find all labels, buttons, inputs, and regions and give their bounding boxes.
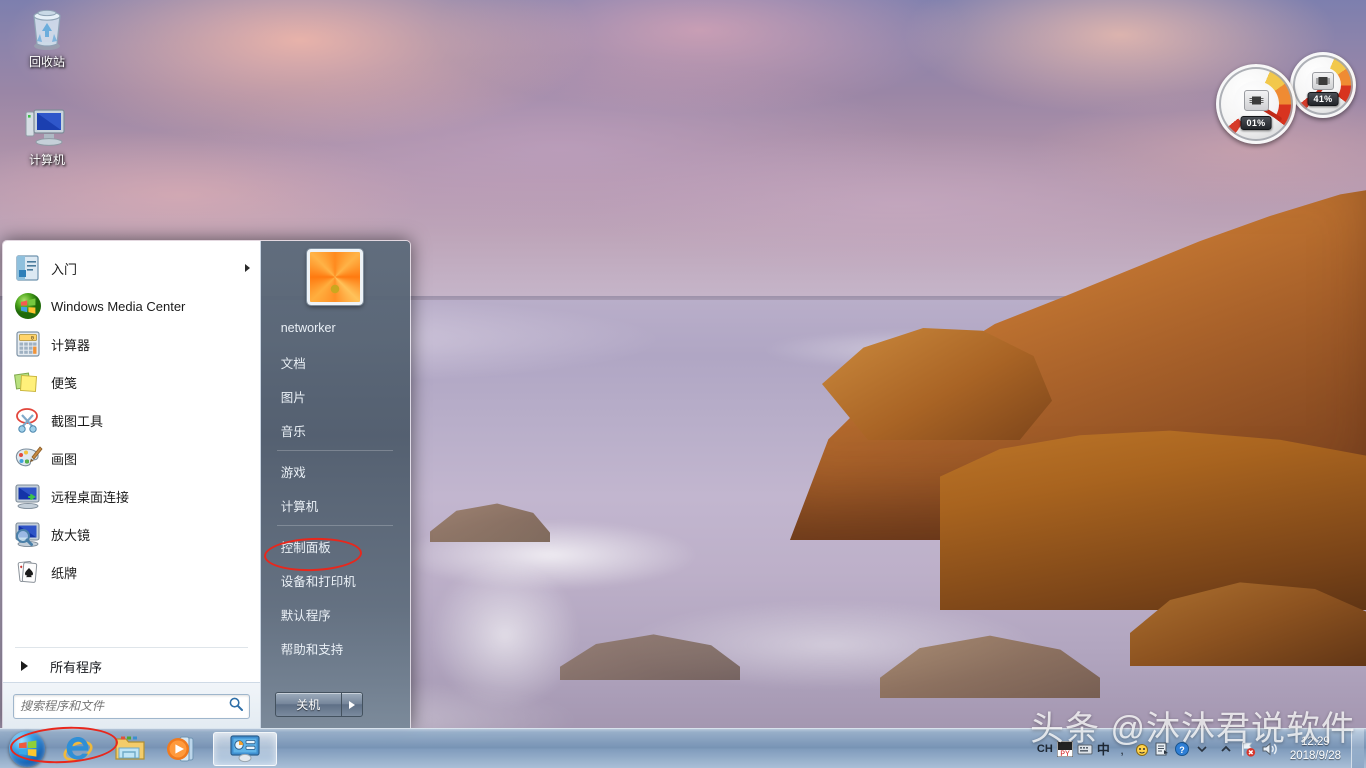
taskbar-button-internet-explorer[interactable] (53, 732, 103, 766)
start-menu-right-divider (277, 525, 393, 526)
windows-media-center-icon (13, 291, 43, 321)
start-menu-item-sticky-notes[interactable]: 便笺 (3, 363, 260, 401)
user-name-label: networker (281, 321, 336, 335)
start-menu-right-divider (277, 450, 393, 451)
start-menu-item-label: 便笺 (51, 373, 77, 392)
chevron-right-icon (349, 701, 355, 709)
desktop-icon-computer[interactable]: 计算机 (4, 104, 90, 168)
start-menu-item-label: 远程桌面连接 (51, 487, 129, 506)
desktop-icon-recycle-bin[interactable]: 回收站 (4, 6, 90, 70)
chevron-right-icon (245, 264, 250, 272)
start-menu-left-panel: 入门 Windows Media Center (3, 241, 261, 729)
start-menu-item-label: 截图工具 (51, 411, 103, 430)
recycle-bin-icon (4, 6, 90, 52)
watermark: 头条 @沐沐君说软件 (1030, 701, 1356, 750)
right-item-label: 音乐 (281, 421, 306, 440)
memory-meter[interactable]: 41% (1290, 52, 1356, 118)
start-menu-user-name[interactable]: networker (261, 311, 410, 345)
start-menu-item-snipping-tool[interactable]: 截图工具 (3, 401, 260, 439)
start-menu-right-item-default-programs[interactable]: 默认程序 (261, 597, 410, 631)
start-menu-item-windows-media-center[interactable]: Windows Media Center (3, 287, 260, 325)
right-item-label: 游戏 (281, 462, 306, 481)
magnifier-icon (13, 519, 43, 549)
taskbar-button-windows-explorer[interactable] (105, 732, 155, 766)
clock-date: 2018/9/28 (1290, 749, 1341, 763)
shutdown-label: 关机 (296, 696, 320, 713)
media-player-icon (166, 734, 198, 764)
start-menu-item-calculator[interactable]: 0 计算器 (3, 325, 260, 363)
start-menu-item-solitaire[interactable]: 纸牌 (3, 553, 260, 591)
start-menu-right-item-documents[interactable]: 文档 (261, 345, 410, 379)
shutdown-options-button[interactable] (341, 692, 363, 717)
svg-text:0: 0 (31, 335, 34, 342)
internet-explorer-icon (62, 733, 94, 765)
snipping-tool-icon (13, 405, 43, 435)
memory-percent: 41% (1308, 92, 1339, 106)
user-avatar[interactable] (307, 249, 363, 305)
start-menu-all-programs[interactable]: 所有程序 (3, 650, 260, 682)
right-item-label: 计算机 (281, 496, 319, 515)
start-menu-right-item-devices-and-printers[interactable]: 设备和打印机 (261, 563, 410, 597)
start-menu-program-list: 入门 Windows Media Center (3, 241, 260, 643)
start-menu-right-item-music[interactable]: 音乐 (261, 413, 410, 447)
search-box[interactable] (13, 694, 250, 719)
start-menu-right-item-games[interactable]: 游戏 (261, 454, 410, 488)
desktop-icon-label: 计算机 (29, 153, 65, 167)
windows-logo-icon (9, 731, 45, 767)
all-programs-label: 所有程序 (50, 657, 102, 676)
start-menu[interactable]: 入门 Windows Media Center (2, 240, 411, 729)
shutdown-button[interactable]: 关机 (275, 692, 341, 717)
svg-text:PY: PY (1060, 750, 1070, 757)
cpu-chip-icon (1244, 90, 1269, 111)
start-menu-right-item-help-and-support[interactable]: 帮助和支持 (261, 631, 410, 665)
start-menu-item-label: 入门 (51, 259, 77, 278)
right-item-label: 设备和打印机 (281, 571, 356, 590)
start-menu-item-label: Windows Media Center (51, 299, 185, 314)
right-item-label: 默认程序 (281, 605, 331, 624)
memory-chip-icon (1312, 72, 1334, 90)
start-menu-divider (15, 647, 248, 648)
taskbar-button-windows-media-player[interactable] (157, 732, 207, 766)
sticky-notes-icon (13, 367, 43, 397)
start-menu-item-label: 计算器 (51, 335, 90, 354)
right-item-label: 帮助和支持 (281, 639, 344, 658)
start-menu-item-getting-started[interactable]: 入门 (3, 249, 260, 287)
start-menu-search-area (3, 682, 260, 729)
start-menu-right-item-pictures[interactable]: 图片 (261, 379, 410, 413)
start-menu-item-magnifier[interactable]: 放大镜 (3, 515, 260, 553)
start-menu-item-remote-desktop[interactable]: 远程桌面连接 (3, 477, 260, 515)
solitaire-icon (13, 557, 43, 587)
right-item-label: 图片 (281, 387, 306, 406)
start-menu-right-panel: networker 文档 图片 音乐 游戏 计算机 控制面板 设备和打印机 默认… (261, 241, 410, 729)
remote-desktop-icon (13, 481, 43, 511)
start-menu-item-label: 放大镜 (51, 525, 90, 544)
search-input[interactable] (20, 699, 229, 713)
start-menu-shutdown-area: 关机 (261, 692, 410, 729)
start-menu-item-label: 画图 (51, 449, 77, 468)
calculator-icon: 0 (13, 329, 43, 359)
control-panel-icon (228, 734, 262, 764)
search-icon[interactable] (229, 697, 243, 716)
folder-icon (114, 734, 146, 764)
right-item-label: 文档 (281, 353, 306, 372)
cpu-meter-gadget[interactable]: 41% 01% (1216, 52, 1356, 144)
start-menu-item-label: 纸牌 (51, 563, 77, 582)
computer-icon (4, 104, 90, 150)
start-button[interactable] (2, 730, 52, 768)
getting-started-icon (13, 253, 43, 283)
start-menu-right-item-computer[interactable]: 计算机 (261, 488, 410, 522)
cpu-meter[interactable]: 01% (1216, 64, 1296, 144)
paint-icon (13, 443, 43, 473)
cpu-percent: 01% (1241, 116, 1272, 130)
desktop-icon-label: 回收站 (29, 55, 65, 69)
chevron-right-icon (21, 661, 28, 671)
taskbar-button-control-panel[interactable] (213, 732, 277, 766)
start-menu-item-paint[interactable]: 画图 (3, 439, 260, 477)
right-item-label: 控制面板 (281, 537, 331, 556)
start-menu-right-item-control-panel[interactable]: 控制面板 (261, 529, 410, 563)
